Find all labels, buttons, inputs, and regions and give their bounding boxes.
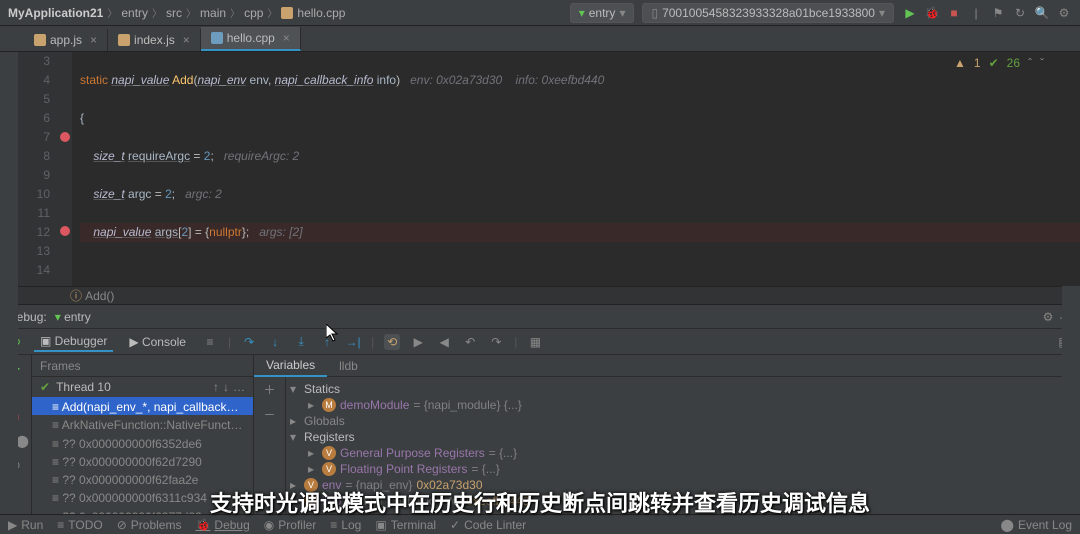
- variables-tree[interactable]: ▾Statics ▸MdemoModule = {napi_module} {.…: [286, 377, 1080, 525]
- js-icon: [118, 34, 130, 46]
- debug-toolbar: ↻ ▣ Debugger ▶ Console ≡ | ↷ ↓ ⤓ ↑ →| | …: [0, 329, 1080, 355]
- run-config-select[interactable]: ▾entry▾: [570, 3, 635, 23]
- time-travel-icon[interactable]: ⟲: [384, 334, 400, 350]
- close-icon[interactable]: ×: [90, 33, 97, 47]
- code-editor[interactable]: 345 678 91011 121314 static napi_value A…: [0, 52, 1080, 286]
- pass-icon[interactable]: ✔: [989, 56, 999, 70]
- codelinter-tool[interactable]: ✓ Code Linter: [450, 518, 526, 532]
- undo-icon[interactable]: ↶: [462, 334, 478, 350]
- stack-frame[interactable]: ≡ ?? 0x000000000f62d7290: [32, 452, 253, 470]
- eventlog-tool[interactable]: ⬤ Event Log: [1001, 518, 1072, 532]
- status-bar: ▶ Run ≡ TODO ⊘ Problems 🐞 Debug ◉ Profil…: [0, 514, 1080, 534]
- code-area[interactable]: static napi_value Add(napi_env env, napi…: [72, 52, 1080, 286]
- device-select[interactable]: ▯7001005458323933328a01bce1933800▾: [642, 3, 894, 23]
- debug-button[interactable]: 🐞: [924, 5, 940, 21]
- console-tab[interactable]: ▶ Console: [123, 333, 192, 351]
- stack-frame[interactable]: ≡ ArkNativeFunction::NativeFunctionCa: [32, 415, 253, 433]
- tab-index-js[interactable]: index.js×: [108, 29, 201, 51]
- debug-config[interactable]: entry: [64, 310, 91, 324]
- bc-4[interactable]: cpp: [244, 6, 263, 20]
- back-icon[interactable]: ◀: [436, 334, 452, 350]
- editor-tabs: app.js× index.js× hello.cpp×: [0, 26, 1080, 52]
- top-navbar: MyApplication21〉 entry〉 src〉 main〉 cpp〉 …: [0, 0, 1080, 26]
- divider: |: [968, 5, 984, 21]
- stack-frame[interactable]: ≡ ?? 0x000000000f62faa2e: [32, 470, 253, 488]
- warning-icon[interactable]: ▲: [954, 56, 966, 70]
- line-numbers: 345 678 91011 121314: [18, 52, 58, 286]
- bc-1[interactable]: entry: [121, 6, 148, 20]
- debugger-tab[interactable]: ▣ Debugger: [34, 332, 113, 352]
- lldb-tab[interactable]: lldb: [327, 356, 370, 376]
- force-step-icon[interactable]: ⤓: [293, 334, 309, 350]
- close-icon[interactable]: ×: [183, 33, 190, 47]
- frames-panel: Frames ✔ Thread 10 ↑↓… ≡ Add(napi_env_*,…: [32, 355, 254, 525]
- up-icon[interactable]: ↑: [213, 380, 219, 394]
- variables-tab[interactable]: Variables: [254, 355, 327, 377]
- cpp-icon: [281, 7, 293, 19]
- log-tool[interactable]: ≡ Log: [330, 518, 361, 532]
- sync-icon[interactable]: ↻: [1012, 5, 1028, 21]
- breakpoint-icon[interactable]: [60, 226, 70, 236]
- todo-tool[interactable]: ≡ TODO: [57, 518, 102, 532]
- add-icon[interactable]: ＋: [263, 381, 275, 398]
- more-icon[interactable]: …: [233, 380, 245, 394]
- tab-app-js[interactable]: app.js×: [24, 29, 108, 51]
- stop-button[interactable]: ■: [946, 5, 962, 21]
- problems-tool[interactable]: ⊘ Problems: [117, 518, 182, 532]
- gear-icon[interactable]: ⚙: [1043, 310, 1054, 324]
- breakpoint-gutter[interactable]: [58, 52, 72, 286]
- bc-3[interactable]: main: [200, 6, 226, 20]
- resume-icon[interactable]: ▶: [410, 334, 426, 350]
- tab-hello-cpp[interactable]: hello.cpp×: [201, 27, 301, 51]
- remove-icon[interactable]: －: [263, 406, 275, 423]
- search-icon[interactable]: 🔍: [1034, 5, 1050, 21]
- check-icon: ✔: [40, 380, 50, 394]
- thread-row[interactable]: ✔ Thread 10 ↑↓…: [32, 377, 253, 397]
- step-over-icon[interactable]: ↷: [241, 334, 257, 350]
- bc-2[interactable]: src: [166, 6, 182, 20]
- stack-frame[interactable]: ≡ Add(napi_env_*, napi_callback_info_*) …: [32, 397, 253, 415]
- variables-panel: Variables lldb ＋ － ▾Statics ▸MdemoModule…: [254, 355, 1080, 525]
- context-bar: ⓘ Add(): [0, 286, 1080, 304]
- js-icon: [34, 34, 46, 46]
- stack-frame[interactable]: ≡ ?? 0x000000000f6352de6: [32, 434, 253, 452]
- editor-status: ▲1 ✔26 ˆˇ: [954, 56, 1044, 70]
- redo-icon[interactable]: ↷: [488, 334, 504, 350]
- attach-icon[interactable]: ⚑: [990, 5, 1006, 21]
- cpp-icon: [211, 32, 223, 44]
- down-icon[interactable]: ↓: [223, 380, 229, 394]
- run-button[interactable]: ▶: [902, 5, 918, 21]
- step-out-icon[interactable]: ↑: [319, 334, 335, 350]
- settings-icon[interactable]: ⚙: [1056, 5, 1072, 21]
- profiler-tool[interactable]: ◉ Profiler: [264, 518, 317, 532]
- terminal-tool[interactable]: ▣ Terminal: [375, 518, 436, 532]
- run-to-cursor-icon[interactable]: →|: [345, 334, 361, 350]
- stack-frame[interactable]: ≡ ?? 0x000000000f6311c934: [32, 488, 253, 506]
- breakpoint-icon[interactable]: [60, 132, 70, 142]
- bc-file[interactable]: hello.cpp: [297, 6, 345, 20]
- close-icon[interactable]: ×: [283, 31, 290, 45]
- breadcrumb: MyApplication21〉 entry〉 src〉 main〉 cpp〉 …: [8, 5, 570, 20]
- threads-icon[interactable]: ≡: [202, 334, 218, 350]
- evaluate-icon[interactable]: ▦: [527, 334, 543, 350]
- debug-tool[interactable]: 🐞 Debug: [195, 518, 249, 532]
- debug-panel: Debug: ▾ entry ⚙ — ↻ ▣ Debugger ▶ Consol…: [0, 304, 1080, 525]
- frames-header: Frames: [32, 355, 253, 377]
- step-into-icon[interactable]: ↓: [267, 334, 283, 350]
- run-tool[interactable]: ▶ Run: [8, 518, 43, 532]
- bc-project[interactable]: MyApplication21: [8, 6, 103, 20]
